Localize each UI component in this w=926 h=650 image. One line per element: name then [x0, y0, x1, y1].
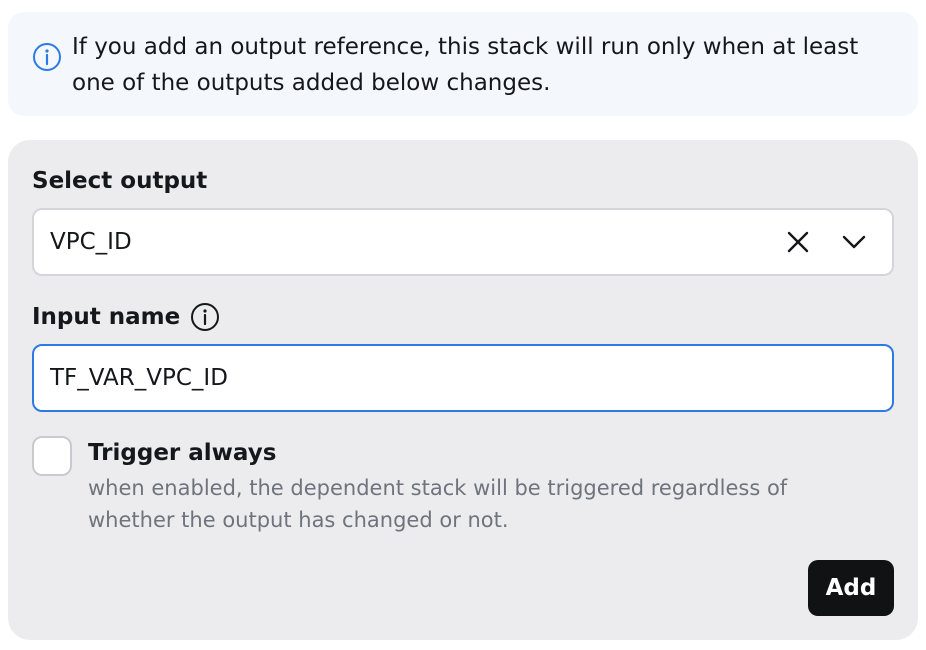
info-icon	[33, 43, 61, 71]
info-banner: If you add an output reference, this sta…	[8, 12, 918, 116]
select-output-label: Select output	[32, 168, 208, 194]
input-name-label-row: Input name	[32, 302, 220, 332]
chevron-down-icon[interactable]	[840, 228, 868, 256]
output-reference-form: Select output VPC_ID Input name Trigger …	[8, 140, 918, 640]
close-icon[interactable]	[784, 228, 812, 256]
info-icon[interactable]	[190, 302, 220, 332]
info-banner-text: If you add an output reference, this sta…	[72, 34, 859, 96]
add-button[interactable]: Add	[808, 560, 894, 616]
select-output-value: VPC_ID	[50, 229, 132, 255]
select-output-dropdown[interactable]: VPC_ID	[32, 208, 894, 276]
input-name-field[interactable]	[32, 344, 894, 412]
trigger-always-description: when enabled, the dependent stack will b…	[88, 476, 788, 532]
input-name-label: Input name	[32, 304, 181, 330]
trigger-always-label: Trigger always	[88, 440, 277, 466]
trigger-always-checkbox[interactable]	[32, 436, 72, 476]
